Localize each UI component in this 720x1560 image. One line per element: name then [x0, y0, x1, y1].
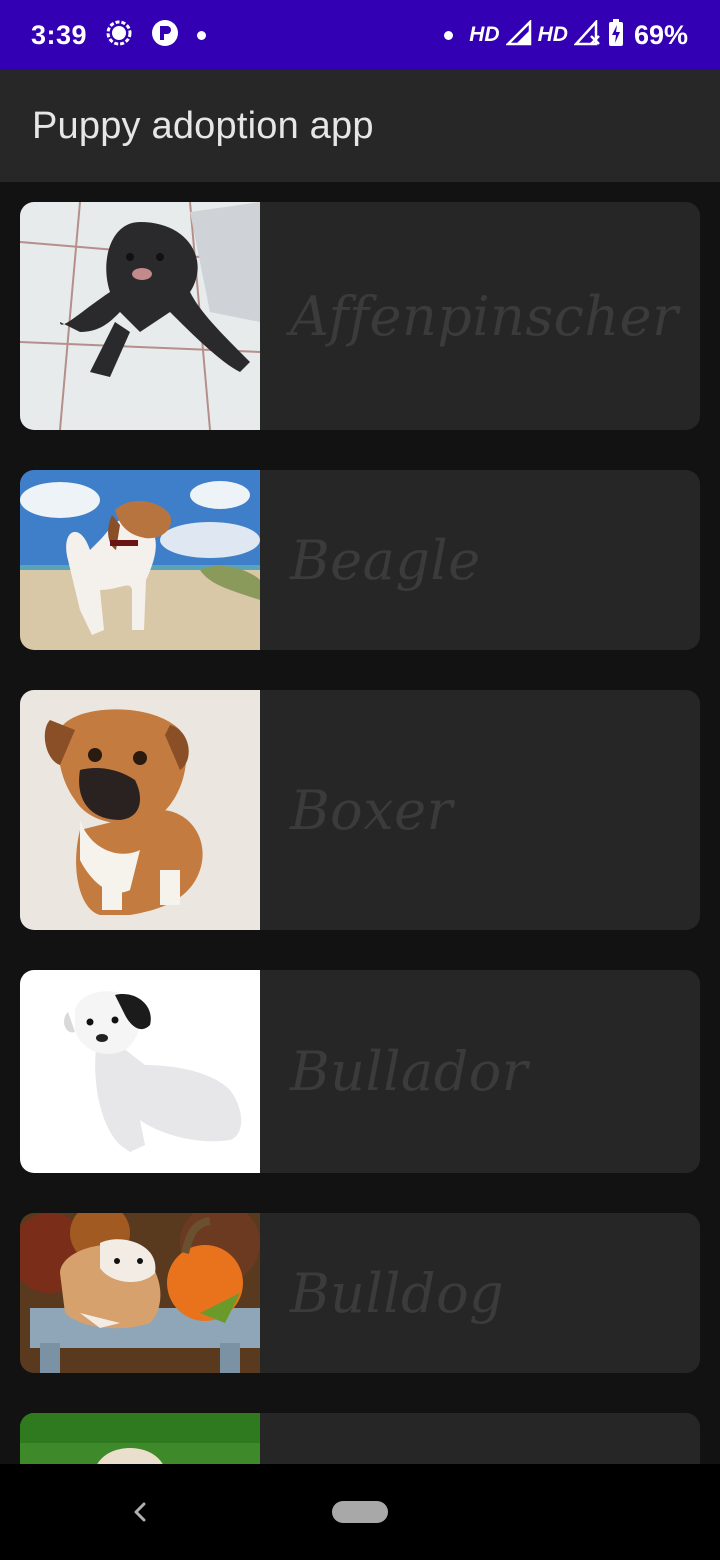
navigation-bar — [0, 1464, 720, 1560]
puppy-photo — [20, 202, 260, 430]
puppy-photo — [20, 470, 260, 650]
home-pill[interactable] — [332, 1501, 388, 1523]
puppy-photo — [20, 1213, 260, 1373]
p-app-icon — [151, 19, 179, 52]
network-label-2: HD — [537, 23, 568, 46]
puppy-name: Boxer — [290, 778, 453, 842]
puppy-name: Affenpinscher — [290, 284, 679, 348]
battery-charging-icon — [608, 18, 624, 52]
signal-icon — [105, 19, 133, 52]
status-bar: 3:39 HD HD 69% — [0, 0, 720, 70]
puppy-card-partial[interactable] — [20, 1413, 700, 1464]
status-dot — [444, 30, 454, 40]
puppy-name: Bullador — [290, 1040, 529, 1103]
cell-signal-icon — [504, 18, 532, 51]
network-label-1: HD — [469, 23, 500, 46]
puppy-photo — [20, 1413, 260, 1464]
puppy-card-bullador[interactable]: Bullador — [20, 970, 700, 1173]
puppy-card-beagle[interactable]: Beagle — [20, 470, 700, 650]
puppy-card-bulldog[interactable]: Bulldog — [20, 1213, 700, 1373]
battery-percent: 69% — [633, 19, 688, 50]
puppy-name — [260, 1413, 700, 1464]
puppy-photo — [20, 690, 260, 930]
notification-dot — [197, 30, 207, 40]
status-left: 3:39 — [31, 19, 207, 52]
puppy-card-boxer[interactable]: Boxer — [20, 690, 700, 930]
status-time: 3:39 — [31, 19, 88, 50]
puppy-card-affenpinscher[interactable]: Affenpinscher — [20, 202, 700, 430]
puppy-name: Bulldog — [290, 1261, 505, 1325]
page-title: Puppy adoption app — [32, 104, 374, 147]
puppy-name: Beagle — [290, 528, 481, 592]
puppy-list[interactable]: Affenpinscher Beagle Boxer Bullador Bull… — [0, 182, 720, 1464]
back-icon[interactable] — [122, 1492, 158, 1532]
app-bar: Puppy adoption app — [0, 70, 720, 182]
puppy-photo — [20, 970, 260, 1173]
status-right: HD HD 69% — [444, 18, 688, 52]
cell-signal-off-icon — [573, 18, 602, 51]
